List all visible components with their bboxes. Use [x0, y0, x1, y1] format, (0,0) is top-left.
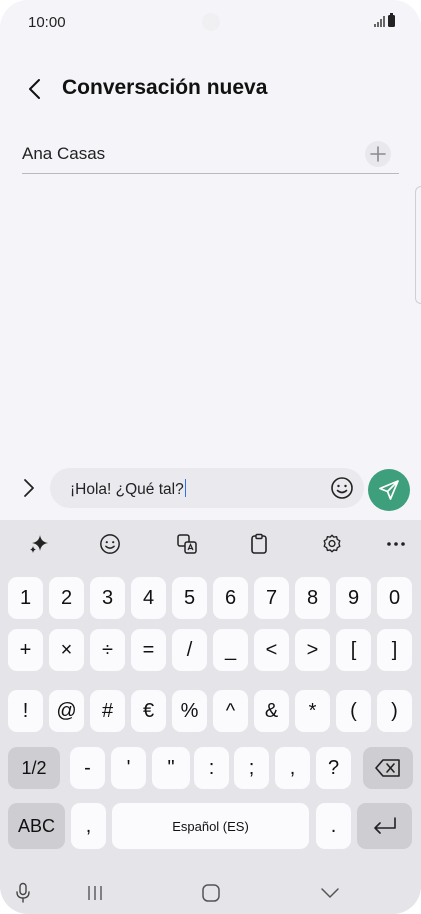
page-toggle-key[interactable]: 1/2	[8, 747, 60, 789]
key[interactable]: [	[336, 629, 371, 671]
key[interactable]: 0	[377, 577, 412, 619]
enter-icon	[373, 817, 396, 834]
key[interactable]: ^	[213, 690, 248, 732]
key[interactable]: ÷	[90, 629, 125, 671]
key[interactable]: €	[131, 690, 166, 732]
recipient-field[interactable]: Ana Casas	[22, 138, 399, 174]
settings-icon	[323, 534, 341, 553]
status-bar: 10:00	[0, 0, 421, 44]
expand-options-button[interactable]	[14, 472, 44, 504]
plus-icon	[370, 146, 386, 162]
key[interactable]: 3	[90, 577, 125, 619]
abc-key[interactable]: ABC	[8, 803, 65, 849]
key[interactable]: _	[213, 629, 248, 671]
camera-cutout	[202, 13, 220, 31]
message-input[interactable]: ¡Hola! ¿Qué tal?	[50, 468, 364, 508]
comma-key[interactable]: ,	[71, 803, 106, 849]
key[interactable]: 9	[336, 577, 371, 619]
key[interactable]: )	[377, 690, 412, 732]
send-icon	[379, 480, 399, 500]
key[interactable]: "	[152, 747, 190, 789]
home-icon	[202, 884, 220, 902]
battery-icon	[388, 13, 395, 27]
clipboard-icon	[251, 533, 267, 554]
status-icons	[374, 13, 395, 27]
key[interactable]: &	[254, 690, 289, 732]
app-header: Conversación nueva	[0, 66, 421, 112]
key[interactable]: (	[336, 690, 371, 732]
symbol-row-2: ! @ # € % ^ & * ( )	[0, 690, 421, 732]
microphone-icon	[16, 882, 30, 903]
key[interactable]: 5	[172, 577, 207, 619]
key[interactable]: 8	[295, 577, 330, 619]
recipient-name: Ana Casas	[22, 144, 106, 163]
key[interactable]: ]	[377, 629, 412, 671]
symbol-row-3: 1/2 - ' " : ; , ?	[0, 747, 421, 789]
translate-button[interactable]	[172, 530, 202, 558]
symbol-row-1: + × ÷ = / _ < > [ ]	[0, 629, 421, 671]
key[interactable]: *	[295, 690, 330, 732]
key[interactable]: <	[254, 629, 289, 671]
key[interactable]: ×	[49, 629, 84, 671]
enter-key[interactable]	[357, 803, 412, 849]
key[interactable]: =	[131, 629, 166, 671]
key[interactable]: %	[172, 690, 207, 732]
keyboard-toolbar	[0, 520, 421, 568]
phone-screen: 10:00 Conversación nueva Ana Casas ¡Hola…	[0, 0, 421, 914]
key[interactable]: +	[8, 629, 43, 671]
ai-tools-button[interactable]	[24, 530, 54, 558]
number-row: 1 2 3 4 5 6 7 8 9 0	[0, 577, 421, 619]
backspace-icon	[375, 759, 400, 777]
more-icon	[387, 542, 405, 546]
period-key[interactable]: .	[316, 803, 351, 849]
key[interactable]: ;	[234, 747, 269, 789]
chevron-down-icon	[321, 888, 339, 898]
sparkle-icon	[30, 535, 48, 553]
edge-panel-handle[interactable]	[415, 186, 421, 304]
key[interactable]: 4	[131, 577, 166, 619]
key[interactable]: ?	[316, 747, 351, 789]
backspace-key[interactable]	[363, 747, 413, 789]
add-recipient-button[interactable]	[365, 141, 391, 167]
recent-apps-icon	[88, 886, 102, 900]
recent-apps-button[interactable]	[80, 878, 110, 908]
key[interactable]: #	[90, 690, 125, 732]
chevron-right-icon	[24, 479, 34, 497]
keyboard: 1 2 3 4 5 6 7 8 9 0 + × ÷ = / _ < > [ ] …	[0, 520, 421, 914]
text-cursor	[184, 479, 187, 497]
space-key[interactable]: Español (ES)	[112, 803, 309, 849]
back-arrow-icon	[29, 79, 40, 99]
more-options-button[interactable]	[381, 530, 411, 558]
key[interactable]: 6	[213, 577, 248, 619]
message-text: ¡Hola! ¿Qué tal?	[70, 479, 187, 499]
hide-keyboard-button[interactable]	[315, 878, 345, 908]
back-button[interactable]	[18, 72, 52, 106]
clipboard-button[interactable]	[244, 530, 274, 558]
key[interactable]: '	[111, 747, 146, 789]
keyboard-settings-button[interactable]	[317, 530, 347, 558]
key[interactable]: /	[172, 629, 207, 671]
compose-row: ¡Hola! ¿Qué tal?	[0, 466, 421, 511]
voice-input-button[interactable]	[8, 878, 38, 908]
key[interactable]: :	[194, 747, 229, 789]
key[interactable]: 7	[254, 577, 289, 619]
key[interactable]: 2	[49, 577, 84, 619]
key[interactable]: >	[295, 629, 330, 671]
emoji-icon	[100, 534, 120, 554]
navigation-bar	[0, 872, 421, 914]
emoji-keyboard-button[interactable]	[95, 530, 125, 558]
bottom-row: ABC , Español (ES) .	[0, 803, 421, 849]
page-title: Conversación nueva	[62, 76, 268, 99]
signal-icon	[374, 16, 385, 27]
key[interactable]: ,	[275, 747, 310, 789]
send-button[interactable]	[368, 469, 410, 511]
key[interactable]: !	[8, 690, 43, 732]
key[interactable]: -	[70, 747, 105, 789]
translate-icon	[177, 534, 197, 554]
key[interactable]: @	[49, 690, 84, 732]
status-time: 10:00	[28, 14, 66, 31]
key[interactable]: 1	[8, 577, 43, 619]
emoji-icon[interactable]	[330, 476, 354, 500]
home-button[interactable]	[196, 878, 226, 908]
